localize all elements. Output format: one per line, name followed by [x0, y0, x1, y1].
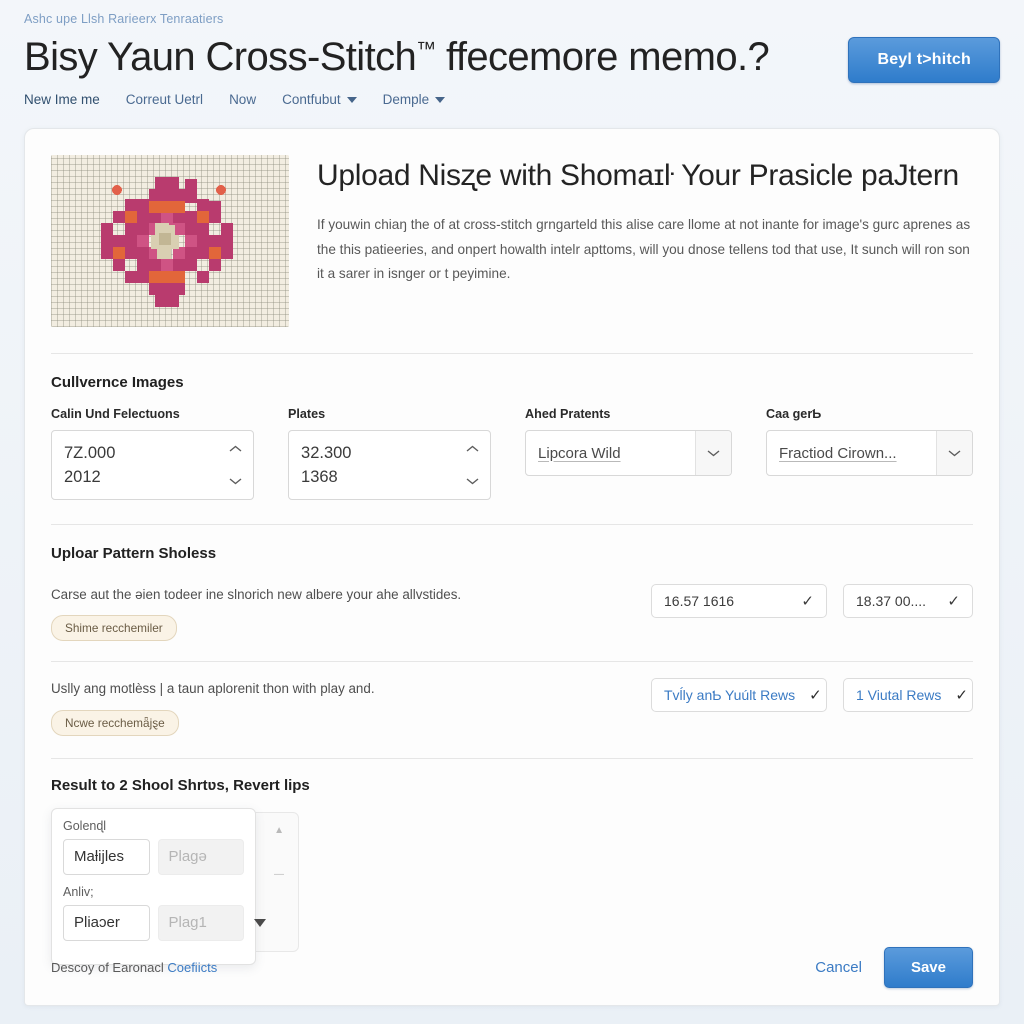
chevron-down-icon: [435, 96, 446, 103]
option-description: Uslly anɡ motlèss | a taun aplorenit tho…: [51, 681, 375, 697]
number-spinner-0[interactable]: 7Z.000 2012: [51, 430, 255, 500]
page-header: Ashc upe Llsh Rarieerx Tenraatiers Bisy …: [0, 0, 1024, 128]
pattern-option-text: Carse aut the ǝien todeer ine slnorich n…: [51, 584, 635, 642]
check-icon: ✓: [801, 593, 814, 610]
nav-item-label: Now: [229, 92, 257, 107]
popover-placeholder-1[interactable]: Plagǝ: [157, 838, 244, 875]
check-icon: ✓: [809, 687, 822, 705]
card-footer: Descoy of Earonacl Coefiicts Cancel Save: [25, 929, 999, 1005]
page-title-main: Bisy Yaun Cross-Stitch: [24, 35, 417, 79]
hero-text-block: Upload Nisʐe with Shomaɪŀ Your Prasicle …: [317, 155, 973, 327]
stitch-pattern-graphic: [101, 177, 233, 307]
hero-description: If youwin chiaŋ the of at cross-stitch g…: [317, 217, 971, 281]
option-description: Carse aut the ǝien todeer ine slnorich n…: [51, 587, 462, 602]
pattern-option-row-0: Carse aut the ǝien todeer ine slnorich n…: [51, 578, 973, 642]
value-chip-0-0[interactable]: 16.57 1616 ✓: [651, 584, 827, 618]
hero-title: Upload Nisʐe with Shomaɪŀ Your Prasicle …: [317, 159, 959, 192]
nav-item-label: Demple: [382, 92, 430, 107]
spinner-value-top: 32.300: [301, 444, 352, 463]
cancel-button[interactable]: Cancel: [811, 953, 866, 982]
value-chip-1-0[interactable]: Tvĺly anƄ Yuúlt Rews ✓: [651, 678, 827, 713]
chevron-up-icon[interactable]: [466, 445, 479, 453]
field-label: Ahed Pratents: [525, 407, 611, 421]
pattern-option-text: Uslly anɡ motlèss | a taun aplorenit tho…: [51, 678, 635, 736]
chevron-down-icon[interactable]: [466, 477, 479, 485]
chevron-down-icon[interactable]: [229, 477, 242, 485]
nav-item-0[interactable]: New Ime me: [24, 92, 100, 107]
field-caa-gerb: Caa ɡerƄ Fractiod Cirown...: [766, 407, 973, 500]
popover-input-1[interactable]: Maƚijles: [63, 838, 150, 875]
footer-note: Descoy of Earonacl Coefiicts: [51, 960, 217, 975]
value-chip-1-1[interactable]: 1 Viutal Rews ✓: [843, 678, 973, 713]
check-icon: ✓: [955, 687, 968, 705]
chip-label: 1 Viutal Rews: [856, 687, 942, 704]
field-ahed-pratents: Ahed Pratents Lipcora Wild: [525, 407, 733, 500]
check-icon: ✓: [947, 593, 960, 610]
pattern-option-row-1: Uslly anɡ motlèss | a taun aplorenit tho…: [51, 662, 973, 736]
result-section-title: Result to 2 Shool Shrtʋs, Revert lips: [51, 776, 310, 794]
field-label: Plates: [288, 407, 326, 421]
header-cta-button[interactable]: Beyl t>hitch: [848, 37, 1000, 83]
pattern-section: Uploar Pattern Sholess Carse aut the ǝie…: [25, 525, 999, 736]
trademark-symbol: ™: [416, 38, 436, 61]
nav-item-label: New Ime me: [24, 92, 100, 107]
chip-label: 18.37 00....: [856, 593, 927, 609]
nav-item-2[interactable]: Now: [229, 92, 256, 107]
pattern-section-title: Uploar Pattern Sholess: [51, 545, 217, 562]
field-plates: Plates 32.300 1368: [288, 407, 492, 500]
chevron-up-icon: ▲: [274, 824, 284, 836]
hero-section: Upload Nisʐe with Shomaɪŀ Your Prasicle …: [25, 129, 999, 327]
nav-item-4[interactable]: Demple: [383, 92, 446, 107]
popover-label-2: Anlіv;: [63, 884, 94, 899]
chevron-down-icon: [346, 96, 357, 103]
nav-item-1[interactable]: Correut Uetrl: [126, 92, 203, 107]
status-badge: Shime recchemiler: [51, 615, 177, 642]
chevron-down-icon[interactable]: [936, 431, 972, 475]
select-ahed-pratents[interactable]: Lipcora Wild: [525, 430, 733, 476]
footer-note-link[interactable]: Coefiicts: [167, 960, 217, 975]
popover-label-1: Golenɖl: [63, 818, 107, 833]
main-navigation: New Ime me Correut Uetrl Now Contfubut D…: [24, 92, 1000, 107]
page-title-suffix: ffecemore memo.?: [435, 35, 770, 79]
select-caa-gerb[interactable]: Fractiod Cirown...: [766, 430, 973, 476]
chip-label: Tvĺly anƄ Yuúlt Rews: [664, 687, 796, 704]
footer-note-text: Descoy of Earonacl: [51, 959, 168, 975]
status-badge: Ncwe recchemǟjȿe: [51, 709, 179, 736]
chevron-up-icon[interactable]: [229, 445, 242, 453]
field-calin-und-felectuons: Calin Und Felectuons 7Z.000 2012: [51, 407, 255, 500]
images-section-title: Cullvernce Images: [51, 374, 184, 391]
chevron-down-icon[interactable]: [695, 431, 732, 475]
value-chip-0-1[interactable]: 18.37 00.... ✓: [843, 584, 973, 618]
number-spinner-1[interactable]: 32.300 1368: [288, 430, 492, 500]
spinner-value-bottom: 2012: [64, 467, 101, 486]
images-section: Cullvernce Images Calin Und Felectuons 7…: [25, 354, 999, 500]
chip-label: 16.57 1616: [664, 593, 735, 609]
nav-item-3[interactable]: Contfubut: [282, 92, 357, 107]
breadcrumb[interactable]: Ashc upe Llsh Rarieerx Tenraatiers: [24, 12, 1000, 26]
app-page: Ashc upe Llsh Rarieerx Tenraatiers Bisy …: [0, 0, 1024, 1024]
select-value: Lipcora Wild: [538, 444, 621, 462]
spinner-value-top: 7Z.000: [64, 444, 116, 463]
nav-item-label: Correut Uetrl: [125, 92, 204, 107]
field-label: Caa ɡerƄ: [766, 407, 822, 421]
content-card: Upload Nisʐe with Shomaɪŀ Your Prasicle …: [24, 128, 1000, 1006]
save-button[interactable]: Save: [883, 946, 973, 988]
cross-stitch-sample-image: [51, 155, 289, 327]
ellipsis-icon: —: [274, 868, 284, 880]
field-label: Calin Und Felectuons: [51, 407, 180, 421]
caret-down-icon[interactable]: [254, 918, 266, 927]
images-field-row: Calin Und Felectuons 7Z.000 2012 Plates: [51, 407, 973, 500]
nav-item-label: Contfubut: [282, 92, 341, 107]
spinner-value-bottom: 1368: [301, 467, 338, 486]
popover-field-pair-1: Maƚijles Plagǝ: [63, 838, 244, 875]
footer-actions: Cancel Save: [811, 946, 973, 988]
result-section: Result to 2 Shool Shrtʋs, Revert lips ▲ …: [25, 759, 999, 965]
select-value: Fractiod Cirown...: [779, 444, 897, 462]
